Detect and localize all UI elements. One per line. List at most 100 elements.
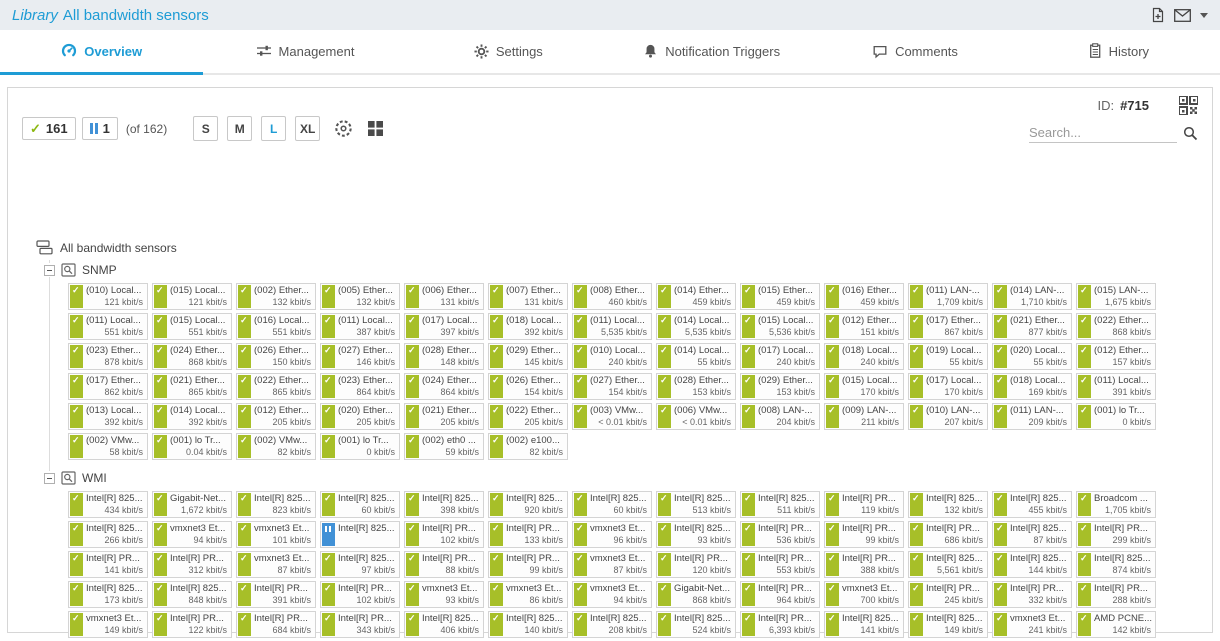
- sensor-tile[interactable]: (011) LAN-...1,709 kbit/s: [908, 283, 988, 310]
- sensor-tile[interactable]: (008) Ether...460 kbit/s: [572, 283, 652, 310]
- sensor-tile[interactable]: (012) Ether...151 kbit/s: [824, 313, 904, 340]
- sensor-tile[interactable]: Intel[R] PR...245 kbit/s: [908, 581, 988, 608]
- sensor-tile[interactable]: Gigabit-Net...1,672 kbit/s: [152, 491, 232, 518]
- sensor-tile[interactable]: Intel[R] PR...343 kbit/s: [320, 611, 400, 638]
- sensor-tile[interactable]: (015) Ether...459 kbit/s: [740, 283, 820, 310]
- sensor-tile[interactable]: Intel[R] PR...684 kbit/s: [236, 611, 316, 638]
- sensor-tile[interactable]: (017) Local...397 kbit/s: [404, 313, 484, 340]
- sensor-tile[interactable]: vmxnet3 Et...101 kbit/s: [236, 521, 316, 548]
- sensor-tile[interactable]: (021) Ether...865 kbit/s: [152, 373, 232, 400]
- sensor-tile[interactable]: (015) Local...551 kbit/s: [152, 313, 232, 340]
- sensor-tile[interactable]: Intel[R] PR...388 kbit/s: [824, 551, 904, 578]
- sensor-tile[interactable]: Intel[R] PR...964 kbit/s: [740, 581, 820, 608]
- sensor-tile[interactable]: Intel[R] 825...208 kbit/s: [572, 611, 652, 638]
- sensor-tile[interactable]: (015) Local...5,536 kbit/s: [740, 313, 820, 340]
- sensor-tile[interactable]: Intel[R] 825...513 kbit/s: [656, 491, 736, 518]
- sensor-tile[interactable]: (026) Ether...154 kbit/s: [488, 373, 568, 400]
- sensor-tile[interactable]: (001) lo Tr...0 kbit/s: [1076, 403, 1156, 430]
- sensor-tile[interactable]: (002) Ether...132 kbit/s: [236, 283, 316, 310]
- sensor-tile[interactable]: Intel[R] 825...406 kbit/s: [404, 611, 484, 638]
- sensor-tile[interactable]: vmxnet3 Et...96 kbit/s: [572, 521, 652, 548]
- sensor-tile[interactable]: (014) Ether...459 kbit/s: [656, 283, 736, 310]
- sensor-tile[interactable]: (002) VMw...82 kbit/s: [236, 433, 316, 460]
- sensor-tile[interactable]: Intel[R] PR...133 kbit/s: [488, 521, 568, 548]
- sensor-tile[interactable]: Intel[R] PR...99 kbit/s: [488, 551, 568, 578]
- sensor-tile[interactable]: Intel[R] 825...132 kbit/s: [908, 491, 988, 518]
- sensor-tile[interactable]: vmxnet3 Et...93 kbit/s: [404, 581, 484, 608]
- sensor-tile[interactable]: (015) Local...121 kbit/s: [152, 283, 232, 310]
- sensor-tile[interactable]: Intel[R] PR...102 kbit/s: [320, 581, 400, 608]
- tab-history[interactable]: History: [1017, 30, 1220, 75]
- sensor-tile[interactable]: (002) VMw...58 kbit/s: [68, 433, 148, 460]
- sensor-tile[interactable]: (002) eth0 ...59 kbit/s: [404, 433, 484, 460]
- sensor-tile[interactable]: Intel[R] PR...536 kbit/s: [740, 521, 820, 548]
- sensor-tile[interactable]: (006) VMw...< 0.01 kbit/s: [656, 403, 736, 430]
- sensor-tile[interactable]: (012) Ether...157 kbit/s: [1076, 343, 1156, 370]
- sensor-tile[interactable]: Intel[R] 825...60 kbit/s: [320, 491, 400, 518]
- sensor-tile[interactable]: Intel[R] 825...97 kbit/s: [320, 551, 400, 578]
- sensor-tile[interactable]: Intel[R] PR...553 kbit/s: [740, 551, 820, 578]
- sensor-tile[interactable]: Intel[R] 825...524 kbit/s: [656, 611, 736, 638]
- sensor-tile[interactable]: Intel[R] PR...299 kbit/s: [1076, 521, 1156, 548]
- size-button-m[interactable]: M: [227, 116, 252, 141]
- sensor-tile[interactable]: Intel[R] PR...119 kbit/s: [824, 491, 904, 518]
- sensor-tile[interactable]: Intel[R] 825...848 kbit/s: [152, 581, 232, 608]
- sensor-tile[interactable]: (015) Local...170 kbit/s: [824, 373, 904, 400]
- sensor-tile[interactable]: (027) Ether...146 kbit/s: [320, 343, 400, 370]
- sensor-tile[interactable]: (015) LAN-...1,675 kbit/s: [1076, 283, 1156, 310]
- sensor-tile[interactable]: vmxnet3 Et...149 kbit/s: [68, 611, 148, 638]
- report-icon[interactable]: [1151, 7, 1165, 23]
- sensor-tile[interactable]: vmxnet3 Et...94 kbit/s: [152, 521, 232, 548]
- tab-notification-triggers[interactable]: Notification Triggers: [610, 30, 813, 75]
- sensor-tile[interactable]: (019) Local...55 kbit/s: [908, 343, 988, 370]
- sensor-tile[interactable]: (026) Ether...150 kbit/s: [236, 343, 316, 370]
- sensor-tile[interactable]: vmxnet3 Et...94 kbit/s: [572, 581, 652, 608]
- sensor-tile[interactable]: vmxnet3 Et...87 kbit/s: [572, 551, 652, 578]
- sensor-tile[interactable]: Intel[R] PR...99 kbit/s: [824, 521, 904, 548]
- sensor-tile[interactable]: (017) Ether...867 kbit/s: [908, 313, 988, 340]
- sensor-tile[interactable]: (001) lo Tr...0 kbit/s: [320, 433, 400, 460]
- size-button-s[interactable]: S: [193, 116, 218, 141]
- sensor-tile[interactable]: Intel[R] 825...87 kbit/s: [992, 521, 1072, 548]
- sensor-tile[interactable]: Intel[R] PR...6,393 kbit/s: [740, 611, 820, 638]
- sensor-tile[interactable]: (009) LAN-...211 kbit/s: [824, 403, 904, 430]
- sensor-tile[interactable]: (011) Local...551 kbit/s: [68, 313, 148, 340]
- sensor-tile[interactable]: (018) Local...392 kbit/s: [488, 313, 568, 340]
- sensor-tile[interactable]: (022) Ether...205 kbit/s: [488, 403, 568, 430]
- sensor-tile[interactable]: (024) Ether...864 kbit/s: [404, 373, 484, 400]
- size-button-xl[interactable]: XL: [295, 116, 320, 141]
- sensor-tile[interactable]: (016) Ether...459 kbit/s: [824, 283, 904, 310]
- collapse-minus-icon[interactable]: [44, 265, 55, 276]
- sensor-tile[interactable]: Intel[R] 825...: [320, 521, 400, 548]
- sensor-tile[interactable]: Intel[R] 825...144 kbit/s: [992, 551, 1072, 578]
- sensor-tile[interactable]: Intel[R] 825...434 kbit/s: [68, 491, 148, 518]
- sensor-tile[interactable]: Intel[R] PR...88 kbit/s: [404, 551, 484, 578]
- sensor-tile[interactable]: Intel[R] 825...455 kbit/s: [992, 491, 1072, 518]
- tree-root-item[interactable]: All bandwidth sensors: [36, 240, 1202, 255]
- email-icon[interactable]: [1174, 9, 1191, 22]
- sensor-tile[interactable]: (010) LAN-...207 kbit/s: [908, 403, 988, 430]
- sensor-tile[interactable]: Intel[R] PR...141 kbit/s: [68, 551, 148, 578]
- sensor-tile[interactable]: (014) Local...5,535 kbit/s: [656, 313, 736, 340]
- sensor-tile[interactable]: Intel[R] 825...93 kbit/s: [656, 521, 736, 548]
- customize-gear-icon[interactable]: [333, 118, 354, 139]
- sensor-tile[interactable]: Intel[R] PR...391 kbit/s: [236, 581, 316, 608]
- sensor-tile[interactable]: Intel[R] 825...266 kbit/s: [68, 521, 148, 548]
- sensor-tile[interactable]: Intel[R] 825...823 kbit/s: [236, 491, 316, 518]
- sensor-tile[interactable]: Intel[R] PR...312 kbit/s: [152, 551, 232, 578]
- sensor-tile[interactable]: (024) Ether...868 kbit/s: [152, 343, 232, 370]
- up-sensors-badge[interactable]: ✓ 161: [22, 117, 76, 140]
- search-input[interactable]: [1029, 123, 1177, 143]
- sensor-tile[interactable]: (011) Local...391 kbit/s: [1076, 373, 1156, 400]
- caret-down-icon[interactable]: [1200, 13, 1208, 18]
- sensor-tile[interactable]: Intel[R] 825...5,561 kbit/s: [908, 551, 988, 578]
- sensor-tile[interactable]: (014) Local...392 kbit/s: [152, 403, 232, 430]
- sensor-tile[interactable]: (011) Local...387 kbit/s: [320, 313, 400, 340]
- tab-management[interactable]: Management: [203, 30, 406, 75]
- sensor-tile[interactable]: vmxnet3 Et...86 kbit/s: [488, 581, 568, 608]
- sensor-tile[interactable]: Intel[R] PR...686 kbit/s: [908, 521, 988, 548]
- sensor-tile[interactable]: (028) Ether...148 kbit/s: [404, 343, 484, 370]
- sensor-tile[interactable]: (002) e100...82 kbit/s: [488, 433, 568, 460]
- sensor-tile[interactable]: Intel[R] 825...920 kbit/s: [488, 491, 568, 518]
- search-icon[interactable]: [1183, 126, 1198, 141]
